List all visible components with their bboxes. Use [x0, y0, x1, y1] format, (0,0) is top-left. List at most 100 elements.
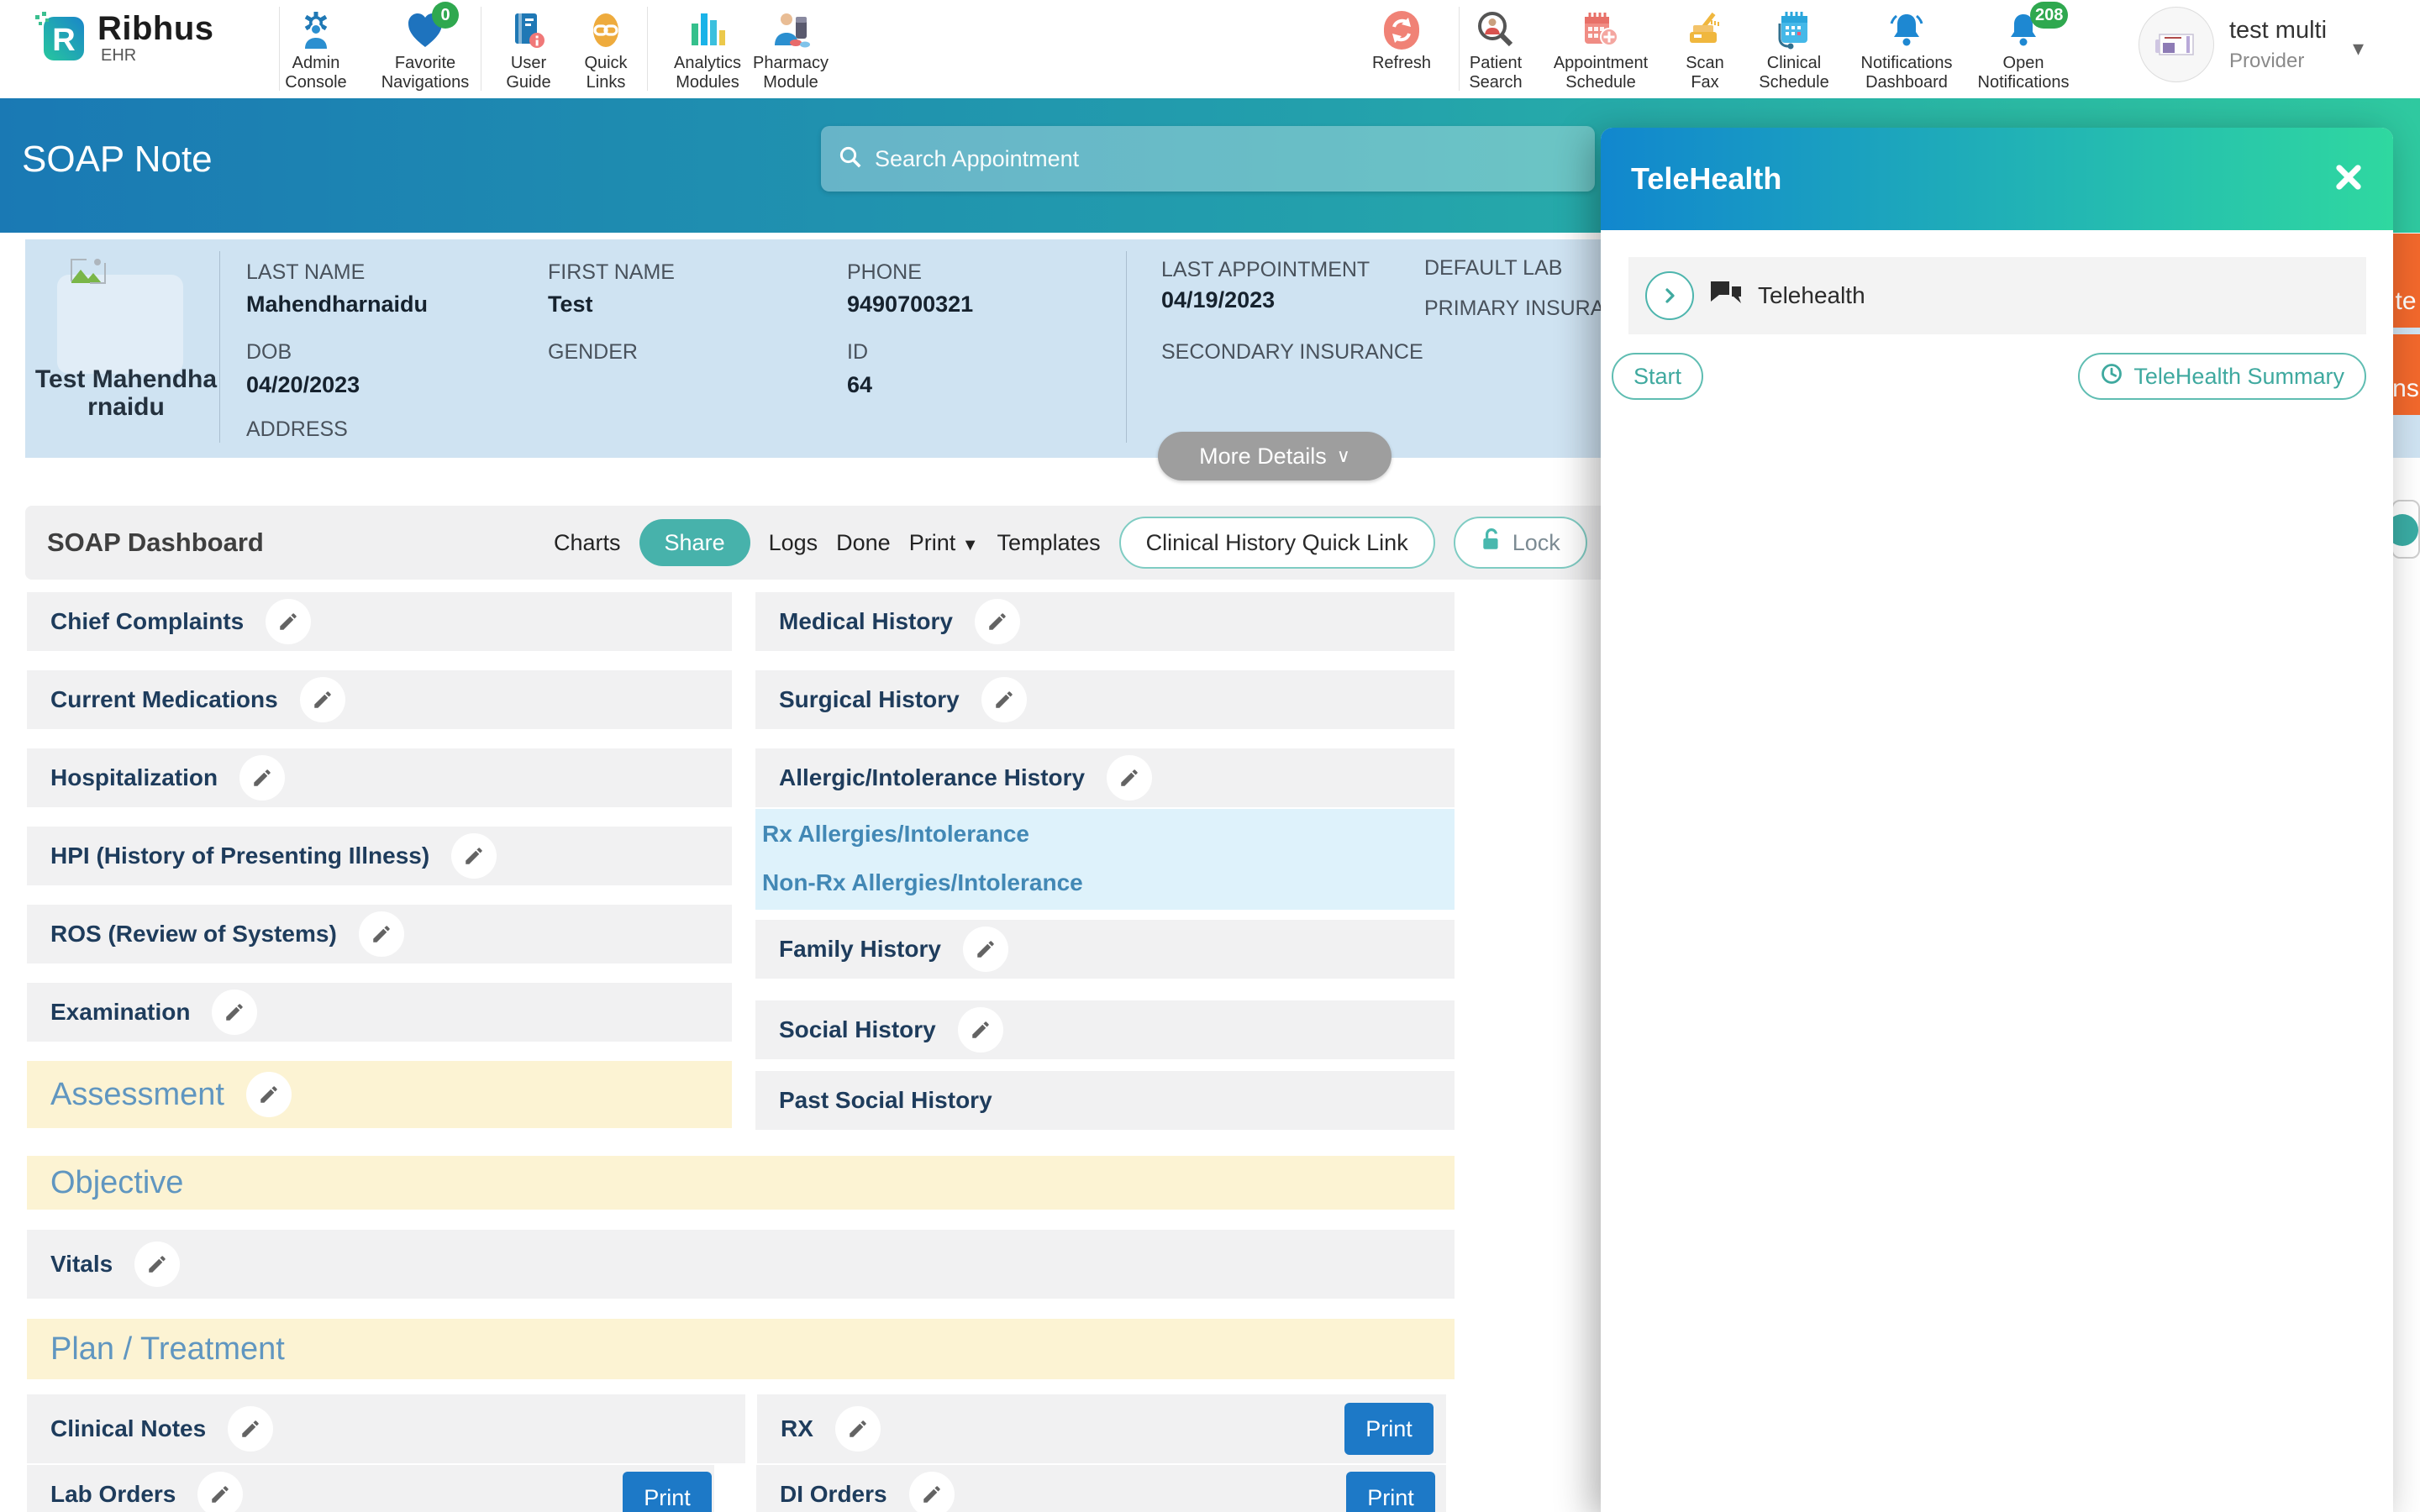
patient-display-name: Test Mahendharnaidu: [34, 365, 218, 421]
start-button[interactable]: Start: [1612, 353, 1703, 400]
edit-chief-complaints-button[interactable]: [266, 599, 311, 644]
section-family-history: Family History: [755, 920, 1455, 979]
last-appointment-value: 04/19/2023: [1161, 287, 1275, 313]
rx-print-button[interactable]: Print: [1344, 1403, 1434, 1455]
edit-allergic-history-button[interactable]: [1107, 755, 1152, 801]
address-label: ADDRESS: [246, 417, 348, 442]
brand-logo[interactable]: R Ribhus EHR: [34, 10, 214, 70]
user-menu[interactable]: test multi Provider ▾: [2139, 7, 2327, 82]
search-input[interactable]: [875, 146, 1578, 172]
edit-medical-history-button[interactable]: [975, 599, 1020, 644]
section-social-history: Social History: [755, 1000, 1455, 1059]
edit-family-history-button[interactable]: [963, 927, 1008, 972]
nav-pharmacy-module[interactable]: Pharmacy Module: [740, 7, 841, 92]
refresh-icon: [1355, 7, 1449, 54]
phone-label: PHONE: [847, 260, 922, 285]
telehealth-summary-button[interactable]: TeleHealth Summary: [2078, 353, 2366, 400]
quick-links-chain-icon: [555, 7, 656, 54]
chevron-down-icon: ∨: [1337, 445, 1350, 467]
edge-tab-clipped[interactable]: te: [2391, 234, 2420, 328]
logs-link[interactable]: Logs: [769, 530, 818, 556]
edit-ros-button[interactable]: [359, 911, 404, 957]
section-hpi: HPI (History of Presenting Illness): [27, 827, 732, 885]
templates-link[interactable]: Templates: [997, 530, 1101, 556]
section-ros: ROS (Review of Systems): [27, 905, 732, 963]
edit-hospitalization-button[interactable]: [239, 755, 285, 801]
section-lab-orders: Lab Orders: [27, 1465, 714, 1512]
section-medical-history: Medical History: [755, 592, 1455, 651]
charts-link[interactable]: Charts: [554, 530, 621, 556]
favorite-heart-icon: 0: [371, 7, 480, 54]
telehealth-panel: TeleHealth Telehealth Start: [1601, 128, 2393, 1512]
top-navbar: R Ribhus EHR: [0, 0, 2420, 98]
chevron-down-icon: ▼: [962, 536, 979, 554]
svg-text:R: R: [52, 23, 75, 58]
chevron-right-icon[interactable]: [1645, 271, 1694, 320]
nav-patient-search[interactable]: Patient Search: [1442, 7, 1549, 92]
edit-vitals-button[interactable]: [134, 1242, 180, 1287]
non-rx-allergies-link[interactable]: Non-Rx Allergies/Intolerance: [762, 869, 1083, 896]
clock-icon: [2100, 362, 2123, 391]
more-details-button[interactable]: More Details ∨: [1158, 432, 1392, 480]
lab-orders-print-button[interactable]: Print: [623, 1472, 712, 1512]
edit-assessment-button[interactable]: [246, 1072, 292, 1117]
gender-label: GENDER: [548, 340, 638, 365]
print-menu[interactable]: Print ▼: [909, 530, 979, 556]
lock-button[interactable]: Lock: [1454, 517, 1587, 569]
edit-rx-button[interactable]: [835, 1406, 881, 1452]
brand-name: Ribhus: [97, 10, 214, 48]
user-name: test multi: [2229, 17, 2327, 45]
ribhus-logo-icon: R: [34, 10, 89, 70]
nav-open-notifications[interactable]: 208 Open Notifications: [1965, 7, 2082, 92]
dob-value: 04/20/2023: [246, 372, 360, 398]
edit-current-medications-button[interactable]: [300, 677, 345, 722]
nav-admin-console[interactable]: Admin Console: [261, 7, 371, 92]
brand-sub: EHR: [101, 46, 214, 66]
allergy-links-box: Rx Allergies/Intolerance Non-Rx Allergie…: [755, 809, 1455, 910]
nav-favorite-navigations[interactable]: 0 Favorite Navigations: [371, 7, 480, 92]
edit-lab-orders-button[interactable]: [197, 1472, 243, 1512]
notifications-bell-icon: [1848, 7, 1965, 54]
edit-examination-button[interactable]: [212, 990, 257, 1035]
done-link[interactable]: Done: [836, 530, 891, 556]
di-orders-print-button[interactable]: Print: [1346, 1472, 1435, 1512]
nav-quick-links[interactable]: Quick Links: [555, 7, 656, 92]
patient-bar-divider: [219, 251, 220, 443]
patient-id-value: 64: [847, 372, 872, 398]
section-chief-complaints: Chief Complaints: [27, 592, 732, 651]
share-button[interactable]: Share: [639, 519, 750, 566]
nav-notifications-dashboard[interactable]: Notifications Dashboard: [1848, 7, 1965, 92]
edge-tab-clipped[interactable]: ns: [2391, 334, 2420, 415]
patient-id-label: ID: [847, 340, 868, 365]
section-vitals: Vitals: [27, 1230, 1455, 1299]
edit-hpi-button[interactable]: [451, 833, 497, 879]
edit-clinical-notes-button[interactable]: [228, 1406, 273, 1452]
clinical-history-quick-link-button[interactable]: Clinical History Quick Link: [1119, 517, 1435, 569]
last-name-label: LAST NAME: [246, 260, 365, 285]
close-icon[interactable]: [2333, 161, 2365, 197]
avatar: [2139, 7, 2214, 82]
telehealth-list-item[interactable]: Telehealth: [1628, 257, 2366, 334]
section-surgical-history: Surgical History: [755, 670, 1455, 729]
page-title: SOAP Note: [22, 139, 213, 181]
secondary-insurance-label: SECONDARY INSURANCE: [1161, 340, 1423, 365]
nav-appointment-schedule[interactable]: Appointment Schedule: [1542, 7, 1660, 92]
section-allergic-intolerance-history: Allergic/Intolerance History: [755, 748, 1455, 807]
section-hospitalization: Hospitalization: [27, 748, 732, 807]
edit-social-history-button[interactable]: [958, 1007, 1003, 1053]
appointment-schedule-icon: [1542, 7, 1660, 54]
dob-label: DOB: [246, 340, 292, 365]
section-rx: RX: [757, 1394, 1446, 1463]
nav-refresh[interactable]: Refresh: [1355, 7, 1449, 73]
telehealth-item-label: Telehealth: [1758, 282, 1865, 309]
notifications-count-badge: 208: [2030, 2, 2068, 29]
section-past-social-history: Past Social History: [755, 1071, 1455, 1130]
nav-clinical-schedule[interactable]: Clinical Schedule: [1735, 7, 1853, 92]
patient-search-icon: [1442, 7, 1549, 54]
appointment-search: [821, 126, 1595, 192]
rx-allergies-link[interactable]: Rx Allergies/Intolerance: [762, 821, 1029, 848]
edit-surgical-history-button[interactable]: [981, 677, 1027, 722]
edit-di-orders-button[interactable]: [909, 1472, 955, 1512]
pharmacy-icon: [740, 7, 841, 54]
edge-floating-button-clipped[interactable]: [2391, 500, 2420, 559]
